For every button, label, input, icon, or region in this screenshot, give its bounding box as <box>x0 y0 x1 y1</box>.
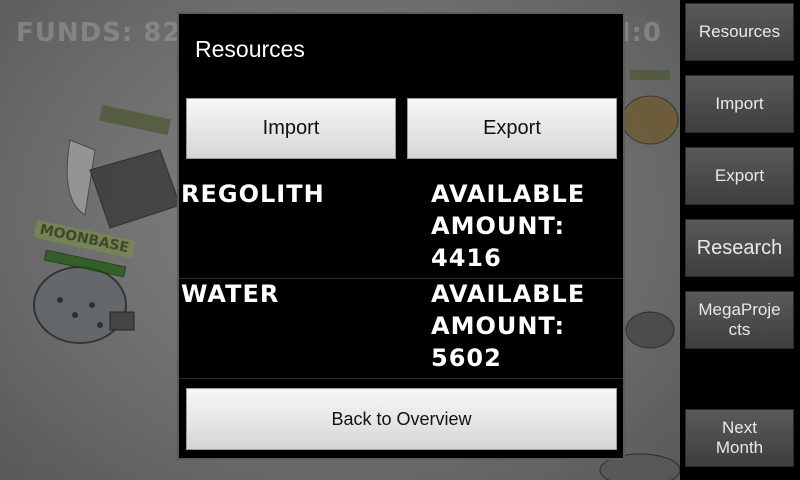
sidebar-research-button[interactable]: Research <box>685 219 794 277</box>
sidebar: Resources Import Export Research MegaPro… <box>680 0 800 480</box>
resource-row: REGOLITH AVAILABLE AMOUNT: 4416 <box>179 178 623 279</box>
sidebar-export-button[interactable]: Export <box>685 147 794 205</box>
resource-row: WATER AVAILABLE AMOUNT: 5602 <box>179 278 623 379</box>
resource-name: WATER <box>181 280 280 308</box>
export-button[interactable]: Export <box>407 98 617 159</box>
sidebar-megaprojects-button[interactable]: MegaProje cts <box>685 291 794 349</box>
resource-name: REGOLITH <box>181 180 325 208</box>
sidebar-next-month-button[interactable]: Next Month <box>685 409 794 467</box>
import-button[interactable]: Import <box>186 98 396 159</box>
sidebar-import-button[interactable]: Import <box>685 75 794 133</box>
back-to-overview-button[interactable]: Back to Overview <box>186 388 617 450</box>
dialog-title: Resources <box>195 36 305 62</box>
resource-amount: AVAILABLE AMOUNT: 4416 <box>431 180 586 272</box>
resources-dialog: Resources Import Export REGOLITH AVAILAB… <box>177 12 625 460</box>
resource-amount: AVAILABLE AMOUNT: 5602 <box>431 280 586 372</box>
sidebar-resources-button[interactable]: Resources <box>685 3 794 61</box>
